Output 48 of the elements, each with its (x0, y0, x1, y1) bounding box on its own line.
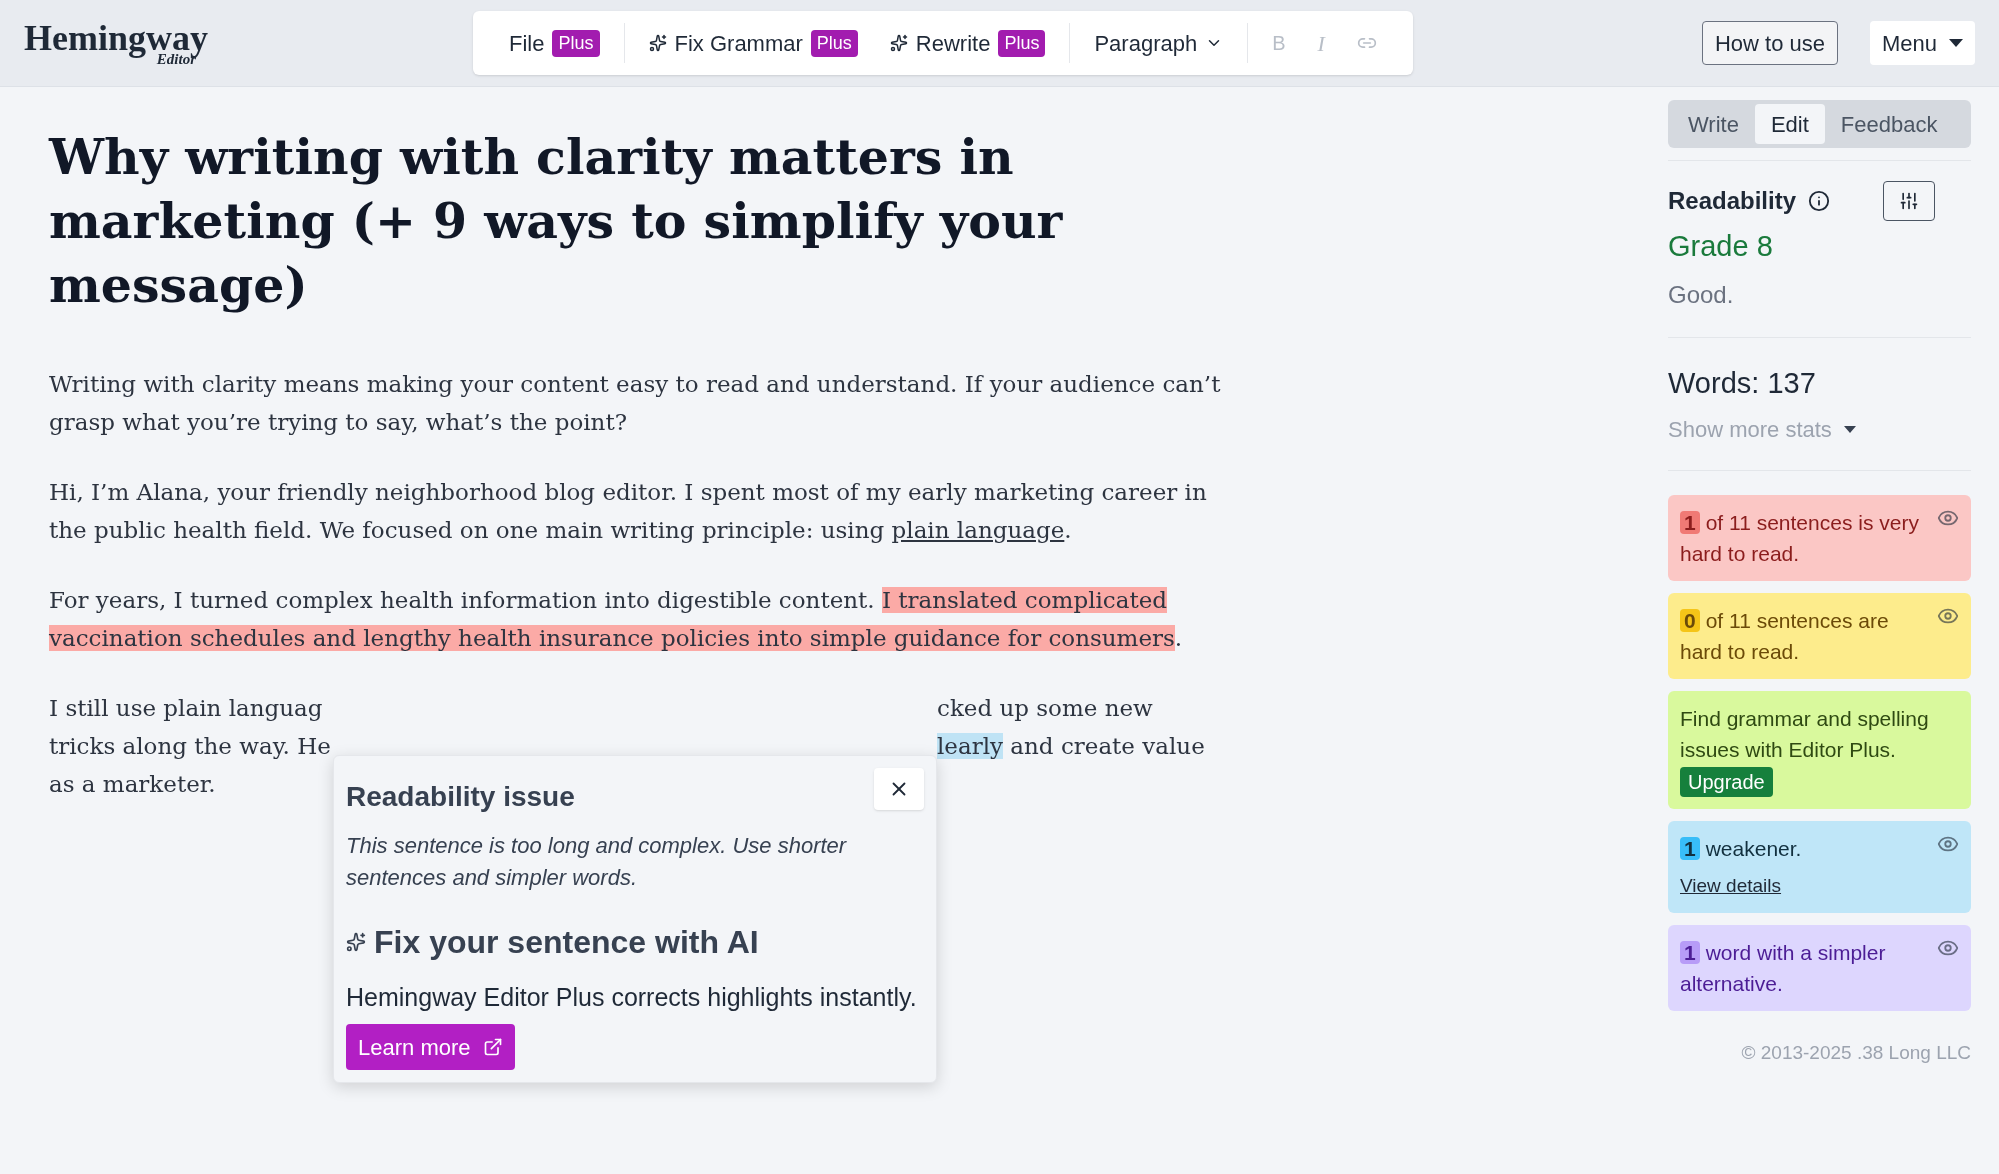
copyright: © 2013-2025 .38 Long LLC (1741, 1040, 1971, 1065)
popup-heading: Fix your sentence with AI (374, 923, 759, 962)
mode-tab[interactable]: Edit (1754, 104, 1825, 144)
menu-button[interactable]: Menu (1869, 21, 1975, 65)
popup-body: Hemingway Editor Plus corrects highlights instantly. (346, 982, 918, 1013)
how-to-use-button[interactable]: How to use (1701, 21, 1838, 65)
issue-text: 1 of 11 sentences is very hard to read. (1680, 510, 1920, 567)
plus-badge: Plus (552, 29, 600, 57)
mode-tab[interactable]: Write (1672, 104, 1755, 144)
issue-text: 1 word with a simpler alternative. (1680, 939, 1887, 997)
plus-badge: Plus (810, 29, 858, 57)
sparkle-icon (648, 34, 667, 52)
info-icon[interactable] (1808, 190, 1831, 212)
caret-icon (1949, 39, 1963, 47)
paragraph-fragment: tricks along the way. He (49, 733, 331, 759)
text-link[interactable]: plain language (891, 517, 1065, 543)
menu-button[interactable]: Fix Grammar Plus (632, 23, 874, 63)
learn-more-button[interactable]: Learn more (346, 1024, 515, 1070)
document-title: Why writing with clarity matters in marketing (+ 9 ways to simplify your message) (49, 127, 1064, 316)
upgrade-button[interactable]: Upgrade (1680, 767, 1773, 797)
mode-tab[interactable]: Feedback (1824, 104, 1954, 144)
view-details-link[interactable]: View details (1680, 872, 1782, 901)
external-link-icon (482, 1037, 503, 1057)
menu-button[interactable]: Rewrite Plus (873, 23, 1062, 63)
logo[interactable]: Hemingway Editor (24, 19, 224, 67)
issue-text: 1 weakener. (1680, 833, 1927, 864)
word-count: Words: 137 (1668, 365, 1816, 401)
readability-label: Readability (1668, 186, 1797, 216)
popup-description: This sentence is too long and complex. Use shorter sentences and simpler words. (346, 832, 848, 892)
paragraph-fragment: I still use plain languag (49, 695, 323, 721)
close-button[interactable] (874, 768, 924, 810)
body-paragraph: Writing with clarity means making your content easy to read and understand. If your audience can’t grasp what you’re trying to say, what’s the point? (49, 370, 1222, 437)
popup-title: Readability issue (346, 780, 575, 814)
grade-text: Grade 8 (1668, 229, 1773, 264)
promo-text: Find grammar and spelling issues with Editor Plus. (1680, 706, 1930, 763)
menu-button[interactable]: File Plus (493, 23, 616, 63)
sliders-icon (1899, 191, 1919, 211)
issue-text: 0 of 11 sentences are hard to read. (1680, 608, 1890, 665)
paragraph-fragment: as a marketer. (49, 771, 216, 797)
body-paragraph: Hi, I’m Alana, your friendly neighborhood blog editor. I spent most of my early marketing career in the public health field. We focused on one main writing principle: using plain language. (49, 478, 1208, 545)
sparkle-icon (889, 34, 908, 52)
plus-badge: Plus (998, 29, 1046, 57)
settings-button[interactable] (1883, 181, 1935, 221)
sparkle-icon (346, 932, 366, 952)
paragraph-fragment: cked up some new (937, 694, 1153, 723)
grade-verdict: Good. (1668, 279, 1734, 310)
paragraph-dropdown[interactable]: Paragraph (1078, 23, 1240, 63)
paragraph-fragment: learly and create value (937, 732, 1205, 761)
